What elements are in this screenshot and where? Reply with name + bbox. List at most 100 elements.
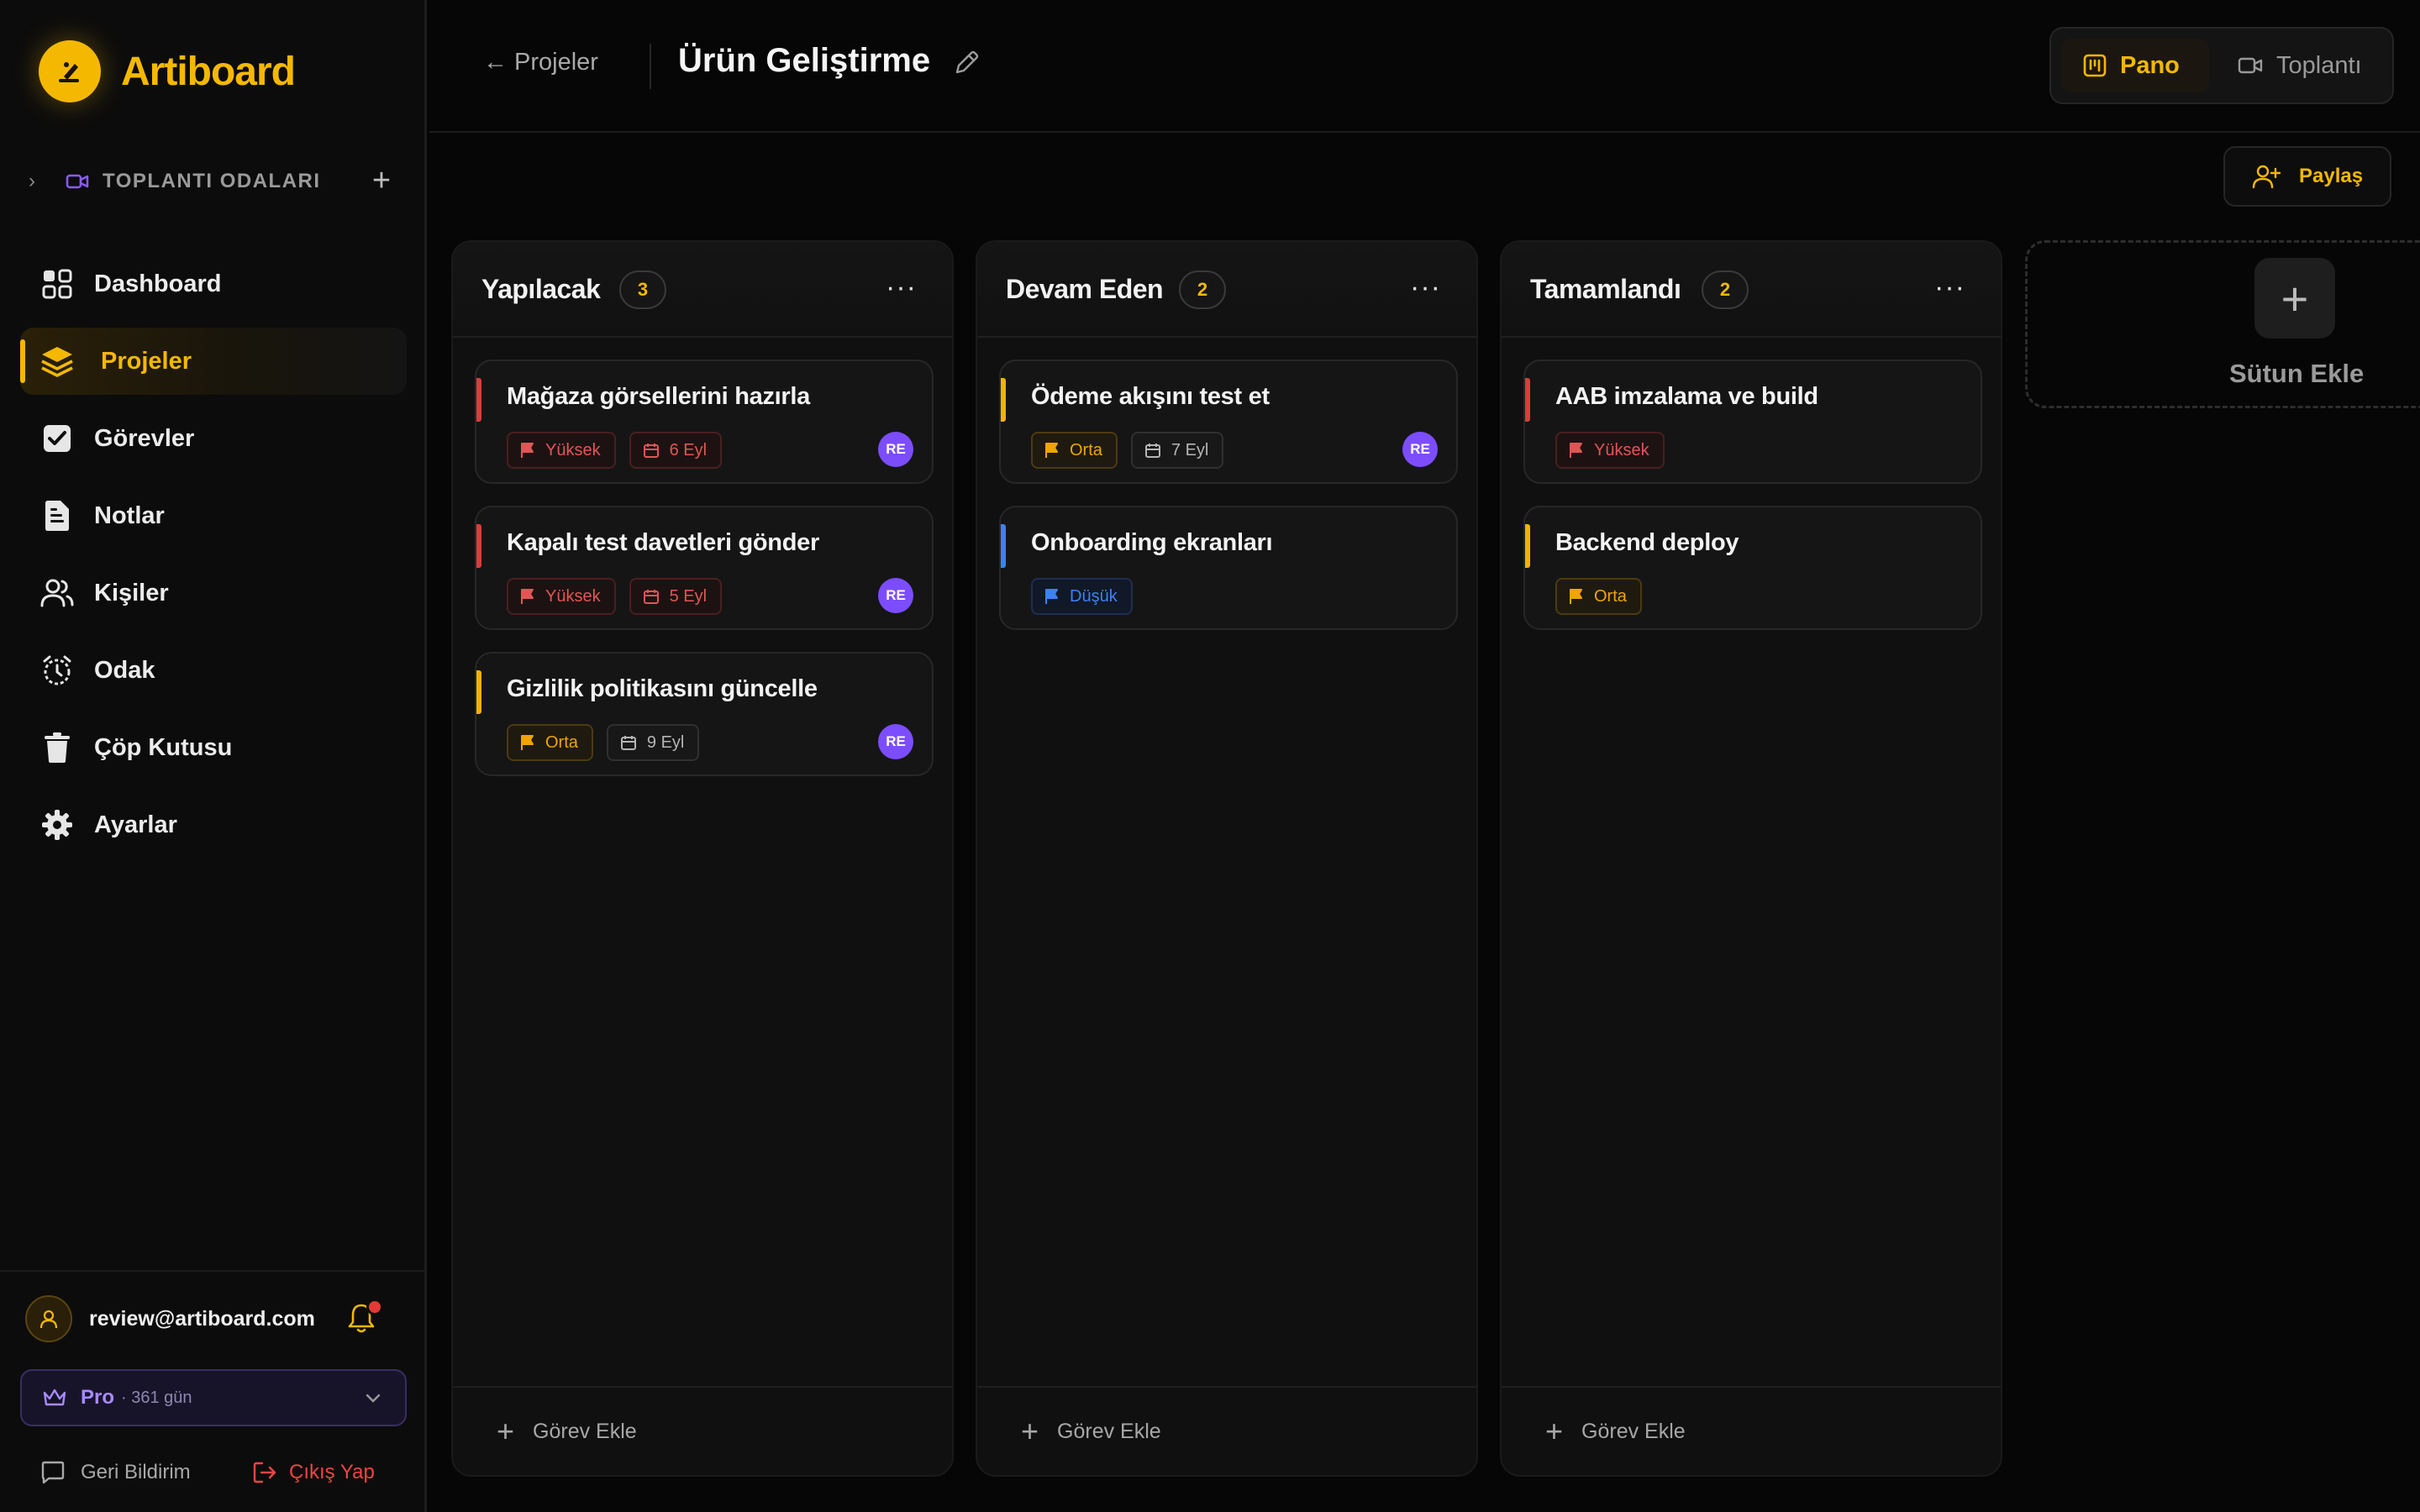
board-column: Tamamlandı 2 ··· AAB imzalama ve build Y… xyxy=(1500,240,2002,1477)
priority-tag: Yüksek xyxy=(507,578,616,615)
column-more-button[interactable]: ··· xyxy=(1934,273,1965,302)
assignee-avatar[interactable]: RE xyxy=(1402,432,1438,467)
priority-indicator xyxy=(476,524,481,568)
board-view-button[interactable]: Pano xyxy=(2061,39,2209,92)
plan-selector[interactable]: Pro · 361 gün xyxy=(20,1369,407,1426)
add-task-button[interactable]: + Görev Ekle xyxy=(1502,1386,2001,1475)
add-meeting-room-button[interactable]: + xyxy=(365,165,398,198)
sidebar-footer: review@artiboard.com Pro · 361 gün Geri … xyxy=(0,1270,424,1512)
sidebar-item-kisiler[interactable]: Kişiler xyxy=(20,559,407,627)
task-card[interactable]: Kapalı test davetleri gönder Yüksek 5 Ey… xyxy=(475,506,934,630)
chevron-down-icon xyxy=(366,1394,381,1403)
task-title: Onboarding ekranları xyxy=(1031,529,1273,556)
arrow-left-icon: ← xyxy=(483,49,508,76)
user-profile[interactable]: review@artiboard.com xyxy=(25,1294,395,1344)
board-column: Yapılacak 3 ··· Mağaza görsellerini hazı… xyxy=(451,240,954,1477)
sidebar-nav: Dashboard Projeler Görevler Notlar Kişil… xyxy=(20,250,407,869)
assignee-avatar[interactable]: RE xyxy=(878,724,913,759)
column-header: Yapılacak 3 ··· xyxy=(453,242,952,338)
sidebar-item-notlar[interactable]: Notlar xyxy=(20,482,407,549)
edit-title-button[interactable] xyxy=(952,49,982,79)
due-date-tag: 9 Eyl xyxy=(606,724,700,761)
priority-indicator xyxy=(476,670,481,714)
priority-label: Orta xyxy=(545,732,578,752)
calendar-icon xyxy=(620,736,636,750)
sidebar-item-odak[interactable]: Odak xyxy=(20,637,407,704)
add-task-label: Görev Ekle xyxy=(1581,1419,1686,1443)
assignee-avatar[interactable]: RE xyxy=(878,432,913,467)
task-title: AAB imzalama ve build xyxy=(1555,383,1818,410)
priority-tag: Orta xyxy=(1555,578,1642,615)
page-title: Ürün Geliştirme xyxy=(678,42,931,79)
sidebar-item-cop-kutusu[interactable]: Çöp Kutusu xyxy=(20,714,407,781)
task-card[interactable]: Backend deploy Orta xyxy=(1523,506,1982,630)
priority-tag: Düşük xyxy=(1031,578,1133,615)
meeting-rooms-section[interactable]: › TOPLANTI ODALARI + xyxy=(29,165,398,198)
add-column-button[interactable]: + Sütun Ekle xyxy=(2025,240,2420,408)
board-column: Devam Eden 2 ··· Ödeme akışını test et O… xyxy=(976,240,1478,1477)
task-card[interactable]: Gizlilik politikasını güncelle Orta 9 Ey… xyxy=(475,652,934,776)
logout-label: Çıkış Yap xyxy=(289,1461,375,1483)
due-date: 9 Eyl xyxy=(646,732,685,752)
crown-icon xyxy=(43,1389,66,1406)
add-task-button[interactable]: + Görev Ekle xyxy=(977,1386,1476,1475)
share-button[interactable]: Paylaş xyxy=(2223,146,2391,207)
sidebar-item-gorevler[interactable]: Görevler xyxy=(20,405,407,472)
user-email: review@artiboard.com xyxy=(89,1306,315,1331)
app-logo[interactable]: Artiboard xyxy=(39,40,296,102)
feedback-button[interactable]: Geri Bildirim xyxy=(40,1460,191,1485)
task-card[interactable]: Onboarding ekranları Düşük xyxy=(999,506,1458,630)
priority-indicator xyxy=(1525,378,1530,422)
due-date: 5 Eyl xyxy=(669,586,708,606)
sidebar-item-label: Ayarlar xyxy=(94,811,177,838)
trash-icon xyxy=(39,729,76,766)
task-card[interactable]: Ödeme akışını test et Orta 7 Eyl RE xyxy=(999,360,1458,484)
sidebar: Artiboard › TOPLANTI ODALARI + Dashboard… xyxy=(0,0,427,1512)
gear-icon xyxy=(39,806,76,843)
sidebar-item-dashboard[interactable]: Dashboard xyxy=(20,250,407,318)
feedback-label: Geri Bildirim xyxy=(81,1461,191,1483)
add-column-label: Sütun Ekle xyxy=(2229,359,2365,388)
task-card[interactable]: AAB imzalama ve build Yüksek xyxy=(1523,360,1982,484)
flag-icon xyxy=(1045,589,1058,604)
chevron-right-icon[interactable]: › xyxy=(29,170,49,193)
back-to-projects-link[interactable]: ← Projeler xyxy=(483,49,598,76)
logout-button[interactable]: Çıkış Yap xyxy=(252,1460,375,1485)
sidebar-item-label: Görevler xyxy=(94,424,195,452)
due-date-tag: 5 Eyl xyxy=(629,578,723,615)
task-title: Backend deploy xyxy=(1555,529,1739,556)
checkbox-icon xyxy=(39,420,76,457)
task-title: Mağaza görsellerini hazırla xyxy=(507,383,810,410)
sidebar-item-projeler[interactable]: Projeler xyxy=(20,328,407,395)
task-card[interactable]: Mağaza görsellerini hazırla Yüksek 6 Eyl… xyxy=(475,360,934,484)
add-task-button[interactable]: + Görev Ekle xyxy=(453,1386,952,1475)
kanban-icon xyxy=(2083,54,2107,77)
logo-icon xyxy=(39,40,101,102)
notifications-button[interactable] xyxy=(346,1299,383,1336)
priority-indicator xyxy=(1001,378,1006,422)
column-more-button[interactable]: ··· xyxy=(886,273,917,302)
calendar-icon xyxy=(643,444,659,458)
calendar-icon xyxy=(643,590,659,604)
flag-icon xyxy=(521,589,534,604)
users-icon xyxy=(39,575,76,612)
video-camera-icon xyxy=(2238,57,2263,74)
due-date-tag: 6 Eyl xyxy=(629,432,723,469)
plus-icon: + xyxy=(1545,1414,1564,1448)
due-date-tag: 7 Eyl xyxy=(1130,432,1224,469)
assignee-avatar[interactable]: RE xyxy=(878,578,913,613)
flag-icon xyxy=(1570,589,1582,604)
user-avatar[interactable] xyxy=(25,1295,72,1342)
priority-tag: Orta xyxy=(1031,432,1118,469)
due-date: 6 Eyl xyxy=(669,440,708,459)
sidebar-item-label: Odak xyxy=(94,656,155,684)
task-title: Gizlilik politikasını güncelle xyxy=(507,675,818,702)
plus-icon[interactable]: + xyxy=(2254,258,2335,339)
column-more-button[interactable]: ··· xyxy=(1410,273,1441,302)
column-title: Tamamlandı xyxy=(1530,274,1681,304)
logout-icon xyxy=(253,1462,276,1483)
meeting-view-button[interactable]: Toplantı xyxy=(2216,39,2386,92)
sidebar-item-ayarlar[interactable]: Ayarlar xyxy=(20,791,407,858)
column-count-badge: 2 xyxy=(1179,270,1226,309)
page-header: ← Projeler Ürün Geliştirme Pano Toplantı xyxy=(429,0,2420,133)
